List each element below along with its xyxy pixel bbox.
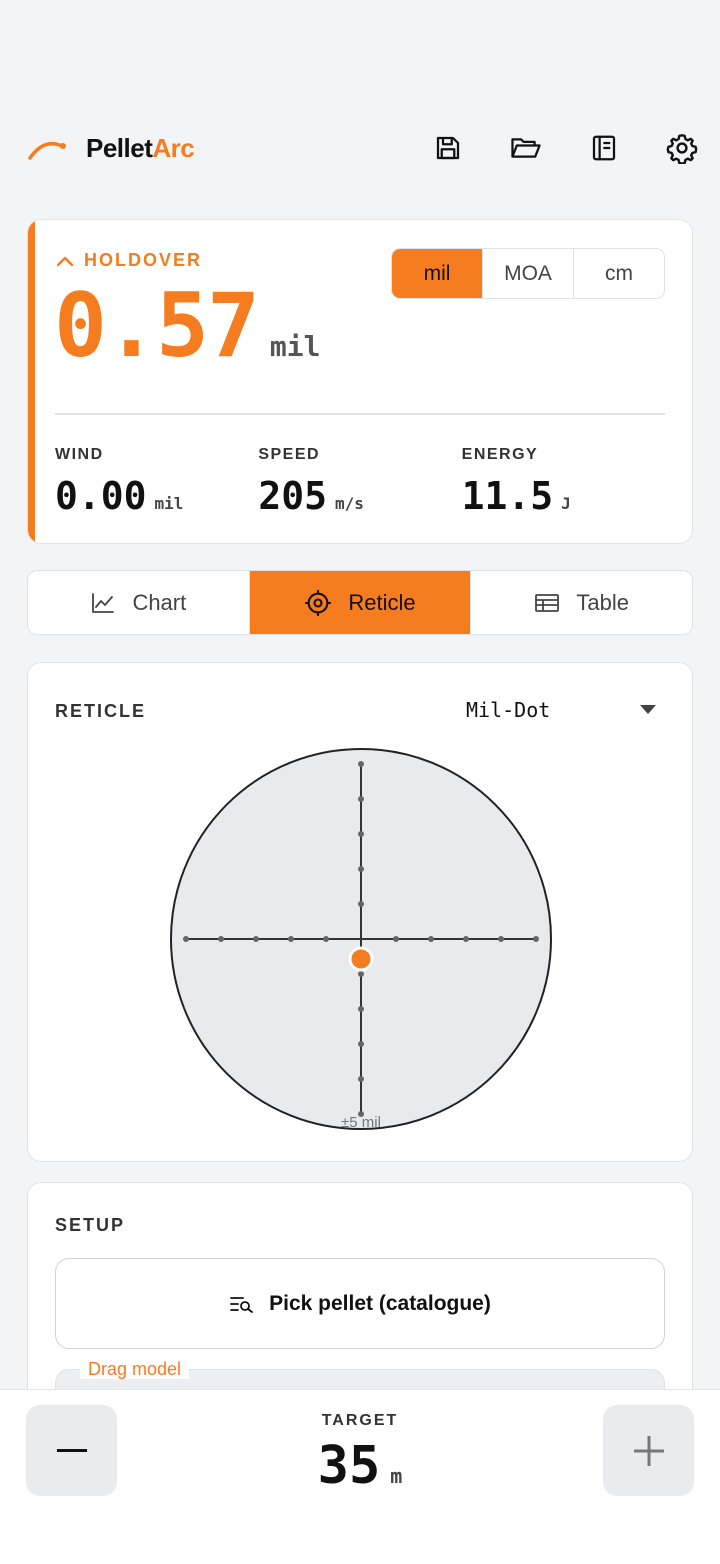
setup-title: SETUP	[55, 1215, 126, 1235]
wind-value: 0.00	[55, 474, 147, 518]
tab-chart-label: Chart	[132, 589, 187, 615]
energy-value: 11.5	[461, 474, 554, 518]
mil-dot	[498, 936, 504, 942]
reticle-type-select[interactable]: Mil-Dot	[466, 695, 656, 725]
save-button[interactable]	[432, 132, 464, 164]
mil-dot	[183, 936, 189, 942]
wind-label: WIND	[55, 446, 104, 463]
holdover-unit: mil	[269, 330, 321, 363]
target-unit: m	[390, 1464, 403, 1488]
unit-segmented-control: mil MOA cm	[391, 248, 665, 299]
tab-chart[interactable]: Chart	[28, 571, 249, 634]
mil-dot	[323, 936, 329, 942]
holdover-header[interactable]: HOLDOVER	[56, 250, 202, 271]
reticle-type-value: Mil-Dot	[466, 698, 551, 722]
energy-label: ENERGY	[461, 446, 539, 463]
target-value: 35	[317, 1436, 381, 1496]
pick-pellet-label: Pick pellet (catalogue)	[269, 1291, 491, 1315]
divider	[55, 413, 665, 415]
mil-dot	[358, 971, 364, 977]
reticle-range-label: ±5 mil	[341, 1114, 381, 1131]
speed-value: 205	[258, 474, 327, 518]
mil-dot	[288, 936, 294, 942]
unit-option-mil[interactable]: mil	[392, 249, 482, 298]
reticle-view: ±5 mil	[170, 748, 552, 1131]
caret-down-icon	[640, 705, 656, 714]
holdover-number: 0.57	[54, 274, 260, 377]
view-tabs: Chart Reticle Table	[27, 570, 693, 635]
tab-table-label: Table	[576, 589, 629, 615]
stats-row: WIND 0.00 mil SPEED 205 m/s ENERGY 11.5 …	[55, 446, 665, 518]
brand-part-2: Arc	[152, 132, 195, 163]
plus-icon	[633, 1435, 664, 1466]
mil-dot	[358, 1076, 364, 1082]
wind-unit: mil	[154, 494, 184, 513]
holdover-accent-bar	[28, 220, 35, 543]
table-icon	[535, 593, 560, 612]
mil-dot	[533, 936, 539, 942]
reticle-title: RETICLE	[55, 701, 147, 721]
mil-dot	[358, 1006, 364, 1012]
impact-point	[348, 946, 374, 972]
mil-dot	[253, 936, 259, 942]
energy-stat: ENERGY 11.5 J	[462, 446, 665, 518]
mil-dot	[218, 936, 224, 942]
mil-dot	[358, 831, 364, 837]
drag-model-label: Drag model	[80, 1359, 190, 1379]
wind-stat: WIND 0.00 mil	[55, 446, 258, 518]
folder-open-icon	[511, 138, 541, 158]
unit-option-moa[interactable]: MOA	[482, 249, 573, 298]
mil-dot	[428, 936, 434, 942]
app-logo: PelletArc	[28, 132, 195, 164]
tab-reticle[interactable]: Reticle	[248, 571, 471, 634]
target-bar: TARGET 35 m	[0, 1389, 720, 1564]
pick-pellet-button[interactable]: Pick pellet (catalogue)	[55, 1258, 665, 1349]
speed-unit: m/s	[334, 494, 364, 513]
mil-dot	[358, 901, 364, 907]
chevron-up-icon	[56, 256, 74, 266]
energy-unit: J	[561, 494, 571, 513]
mil-dot	[358, 796, 364, 802]
notebook-button[interactable]	[588, 132, 620, 164]
speed-label: SPEED	[258, 446, 321, 463]
open-button[interactable]	[510, 132, 542, 164]
unit-option-cm[interactable]: cm	[573, 249, 664, 298]
settings-button[interactable]	[666, 132, 698, 164]
mil-dot	[358, 761, 364, 767]
gear-icon	[666, 134, 698, 164]
app-title: PelletArc	[86, 132, 195, 164]
search-list-icon	[230, 1296, 254, 1313]
holdover-value: 0.57 mil	[54, 282, 321, 370]
speed-stat: SPEED 205 m/s	[258, 446, 461, 518]
mil-dot	[393, 936, 399, 942]
mil-dot	[463, 936, 469, 942]
holdover-label: HOLDOVER	[84, 250, 203, 270]
reticle-card: RETICLE Mil-Dot ±5 mil	[27, 662, 693, 1162]
tab-reticle-label: Reticle	[348, 589, 416, 615]
increase-target-button[interactable]	[603, 1405, 694, 1496]
trajectory-arc-icon	[28, 142, 66, 160]
app-header: PelletArc	[28, 118, 698, 178]
mil-dot	[358, 1041, 364, 1047]
line-chart-icon	[92, 592, 115, 613]
save-icon	[436, 136, 460, 160]
crosshair-icon	[305, 589, 332, 616]
brand-part-1: Pellet	[86, 132, 153, 163]
holdover-card: HOLDOVER 0.57 mil mil MOA cm WIND 0.00 m…	[27, 219, 693, 544]
notebook-icon	[592, 135, 616, 161]
mil-dot	[358, 866, 364, 872]
tab-table[interactable]: Table	[470, 571, 692, 634]
